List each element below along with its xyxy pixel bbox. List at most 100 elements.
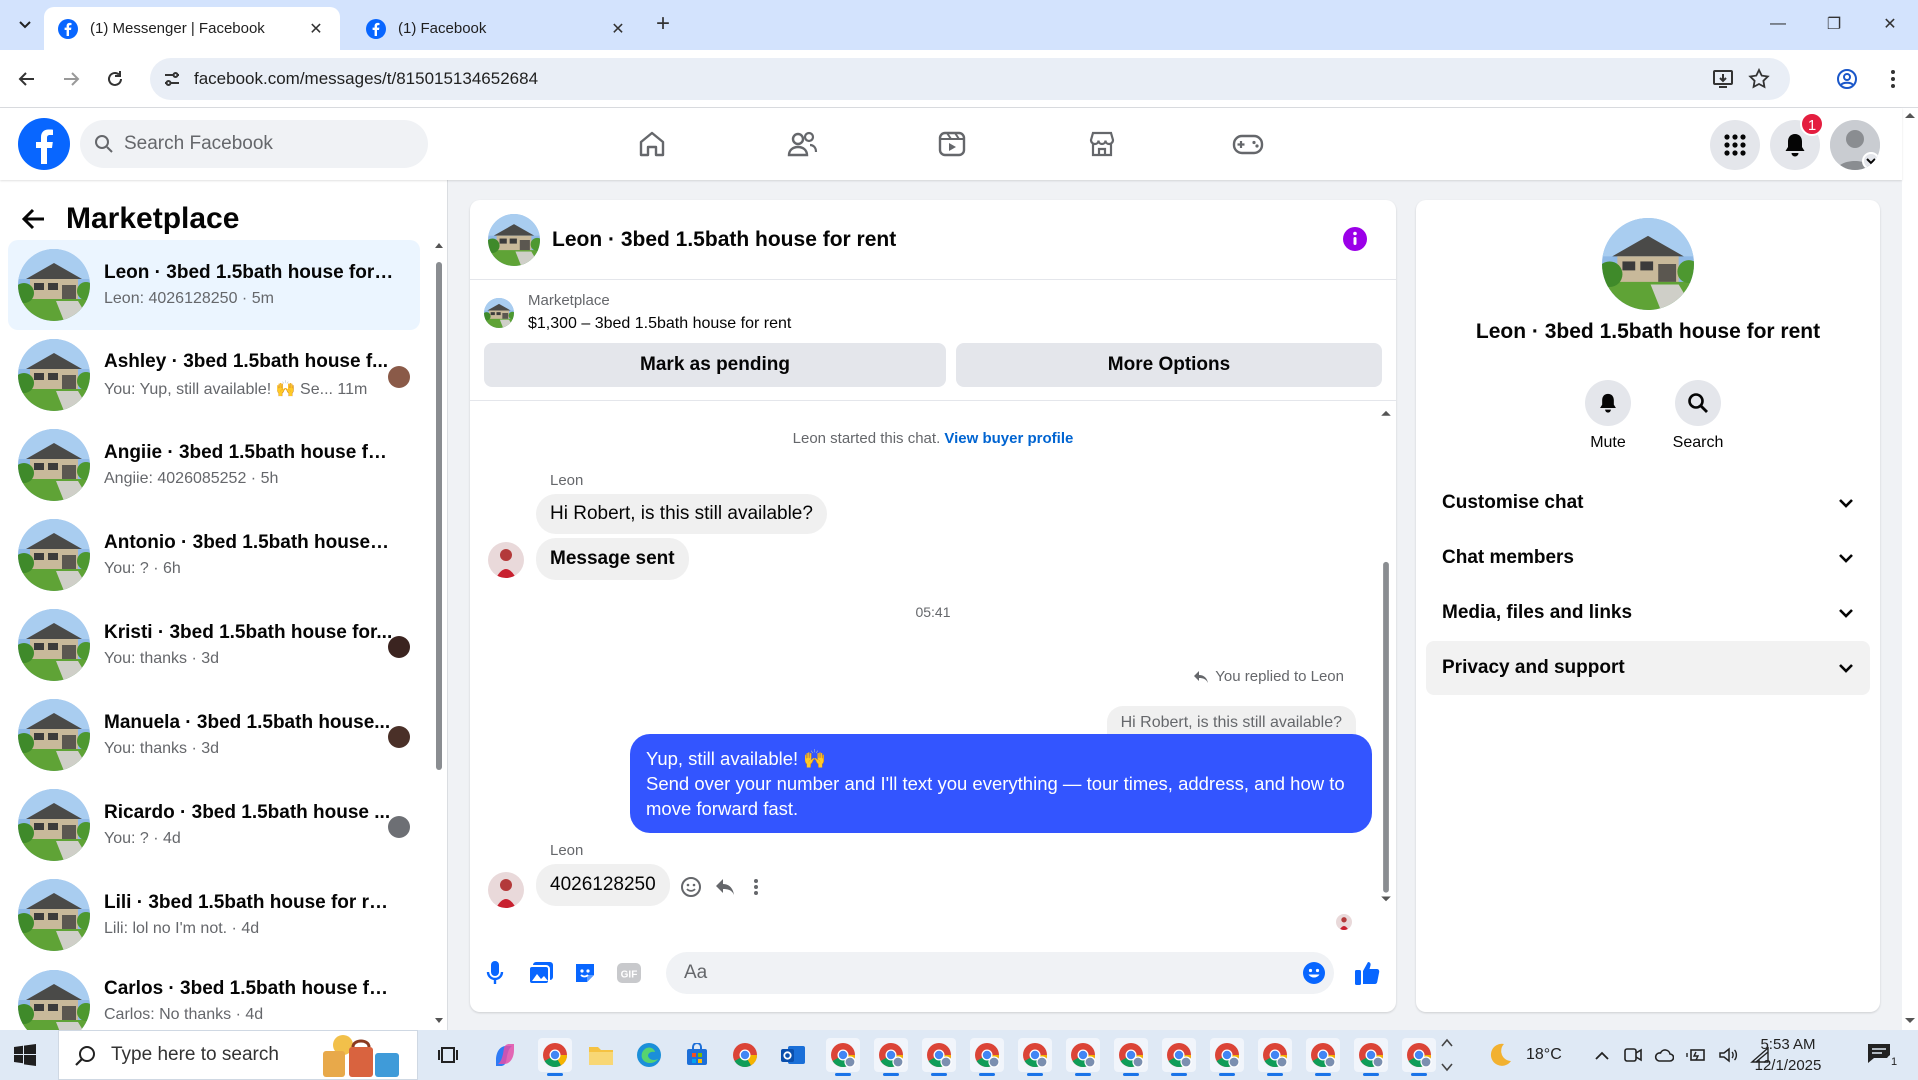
weather-widget[interactable]: 18°C (1486, 1030, 1562, 1080)
customise-chat-row[interactable]: Customise chat (1426, 476, 1870, 530)
message-bubble[interactable]: Hi Robert, is this still available? (536, 494, 827, 534)
taskbar-store[interactable] (680, 1038, 714, 1072)
more-options-button[interactable]: More Options (956, 343, 1382, 387)
meet-now-icon[interactable] (1624, 1046, 1642, 1064)
volume-icon[interactable] (1718, 1047, 1738, 1063)
sender-avatar[interactable] (488, 542, 524, 578)
chat-scrollbar[interactable] (1380, 408, 1392, 908)
onedrive-cloud-icon[interactable] (1654, 1048, 1674, 1062)
close-tab-icon[interactable]: ✕ (608, 19, 628, 39)
conversation-list-scrollbar[interactable] (434, 240, 444, 1030)
gif-button[interactable]: GIF (614, 958, 644, 988)
tab-search-button[interactable] (10, 10, 40, 40)
account-avatar-button[interactable] (1830, 120, 1880, 170)
sender-avatar[interactable] (488, 872, 524, 908)
privacy-support-row[interactable]: Privacy and support (1426, 641, 1870, 695)
more-options-icon[interactable] (753, 878, 759, 896)
message-bubble[interactable]: Message sent (536, 538, 689, 580)
mark-as-pending-button[interactable]: Mark as pending (484, 343, 946, 387)
taskbar-chrome-profile[interactable] (1258, 1038, 1292, 1076)
taskbar-chrome[interactable] (538, 1038, 572, 1076)
taskbar-chrome-profile[interactable] (826, 1038, 860, 1076)
emoji-icon[interactable] (1302, 961, 1326, 985)
conversation-item[interactable]: Leon · 3bed 1.5bath house for rent Leon: … (8, 240, 420, 330)
conversation-item[interactable]: Kristi · 3bed 1.5bath house for... You: t… (8, 600, 420, 690)
voice-clip-button[interactable] (480, 958, 510, 988)
browser-tab-facebook[interactable]: (1) Facebook ✕ (352, 7, 642, 50)
react-emoji-icon[interactable] (680, 876, 702, 898)
media-files-links-row[interactable]: Media, files and links (1426, 586, 1870, 640)
taskbar-clock[interactable]: 5:53 AM 12/1/2025 (1738, 1034, 1838, 1076)
taskbar-outlook[interactable] (776, 1038, 810, 1072)
taskbar-chrome-profile[interactable] (1018, 1038, 1052, 1076)
nav-home[interactable] (630, 122, 674, 166)
tray-chevron-up-icon[interactable] (1594, 1049, 1610, 1061)
taskbar-search-input[interactable] (111, 1044, 311, 1066)
minimize-button[interactable]: — (1750, 0, 1806, 48)
back-arrow-icon[interactable] (22, 208, 46, 230)
nav-friends[interactable] (780, 122, 824, 166)
taskbar-chrome-profile[interactable] (874, 1038, 908, 1076)
browser-tab-messenger[interactable]: (1) Messenger | Facebook ✕ (44, 7, 340, 50)
taskbar-edge[interactable] (632, 1038, 666, 1072)
conversation-item[interactable]: Carlos · 3bed 1.5bath house for r... Carl… (8, 960, 420, 1030)
reload-button[interactable] (100, 64, 130, 94)
like-button[interactable] (1352, 958, 1382, 988)
taskbar-copilot[interactable] (488, 1038, 522, 1072)
message-bubble[interactable]: 4026128250 (536, 864, 670, 906)
windows-start-icon[interactable] (14, 1044, 36, 1066)
taskbar-chrome-profile[interactable] (970, 1038, 1004, 1076)
nav-marketplace[interactable] (1080, 122, 1124, 166)
conversation-item[interactable]: Manuela · 3bed 1.5bath house... You: than… (8, 690, 420, 780)
message-input[interactable] (684, 962, 1244, 984)
restore-button[interactable]: ❐ (1806, 0, 1862, 48)
nav-video[interactable] (930, 122, 974, 166)
sticker-button[interactable] (570, 958, 600, 988)
conversation-item[interactable]: Angiie · 3bed 1.5bath house for ... Angii… (8, 420, 420, 510)
taskbar-chrome-2[interactable] (728, 1038, 762, 1072)
back-button[interactable] (12, 64, 42, 94)
nav-gaming[interactable] (1226, 122, 1270, 166)
taskbar-chrome-profile[interactable] (922, 1038, 956, 1076)
chat-members-row[interactable]: Chat members (1426, 531, 1870, 585)
battery-charging-icon[interactable] (1686, 1047, 1706, 1063)
close-window-button[interactable]: ✕ (1862, 0, 1918, 48)
conversation-item[interactable]: Ashley · 3bed 1.5bath house f... You: Yup… (8, 330, 420, 420)
action-center-button[interactable]: 1 (1866, 1042, 1902, 1070)
address-bar[interactable]: facebook.com/messages/t/815015134652684 (150, 58, 1790, 100)
conversation-item[interactable]: Ricardo · 3bed 1.5bath house ... You: ? ·… (8, 780, 420, 870)
taskbar-chrome-profile[interactable] (1114, 1038, 1148, 1076)
facebook-search-input[interactable] (124, 133, 404, 155)
profile-button[interactable] (1832, 64, 1862, 94)
install-app-icon[interactable] (1712, 69, 1734, 89)
new-tab-button[interactable]: + (650, 12, 676, 38)
reply-icon[interactable] (714, 877, 736, 897)
browser-menu-button[interactable] (1878, 64, 1908, 94)
taskbar-file-explorer[interactable] (584, 1038, 618, 1072)
chat-avatar[interactable] (488, 214, 540, 266)
attach-photo-button[interactable] (526, 958, 556, 988)
search-in-chat-button[interactable]: Search (1658, 380, 1738, 452)
mute-button[interactable]: Mute (1568, 380, 1648, 452)
task-view-button[interactable] (432, 1038, 466, 1072)
conversation-item[interactable]: Lili · 3bed 1.5bath house for rent Lili: … (8, 870, 420, 960)
facebook-logo-icon[interactable] (18, 118, 70, 170)
listing-summary[interactable]: Marketplace $1,300 – 3bed 1.5bath house … (484, 292, 791, 333)
chat-title[interactable]: Leon · 3bed 1.5bath house for rent (552, 228, 896, 252)
forward-button[interactable] (56, 64, 86, 94)
taskbar-chrome-profile[interactable] (1066, 1038, 1100, 1076)
facebook-search-box[interactable] (80, 120, 428, 168)
taskbar-search-box[interactable] (58, 1030, 418, 1080)
view-buyer-profile-link[interactable]: View buyer profile (944, 430, 1073, 447)
info-icon[interactable] (1342, 226, 1368, 252)
menu-grid-button[interactable] (1710, 120, 1760, 170)
taskbar-chrome-profile[interactable] (1210, 1038, 1244, 1076)
outgoing-message-bubble[interactable]: Yup, still available! 🙌 Send over your n… (630, 734, 1372, 833)
page-scrollbar[interactable] (1902, 108, 1918, 1030)
taskbar-chrome-profile[interactable] (1162, 1038, 1196, 1076)
taskbar-chrome-profile[interactable] (1306, 1038, 1340, 1076)
conversation-item[interactable]: Antonio · 3bed 1.5bath house fo... You: ?… (8, 510, 420, 600)
taskbar-chrome-profile[interactable] (1354, 1038, 1388, 1076)
site-settings-icon[interactable] (162, 69, 182, 89)
taskbar-overflow-icon[interactable] (1440, 1034, 1454, 1076)
